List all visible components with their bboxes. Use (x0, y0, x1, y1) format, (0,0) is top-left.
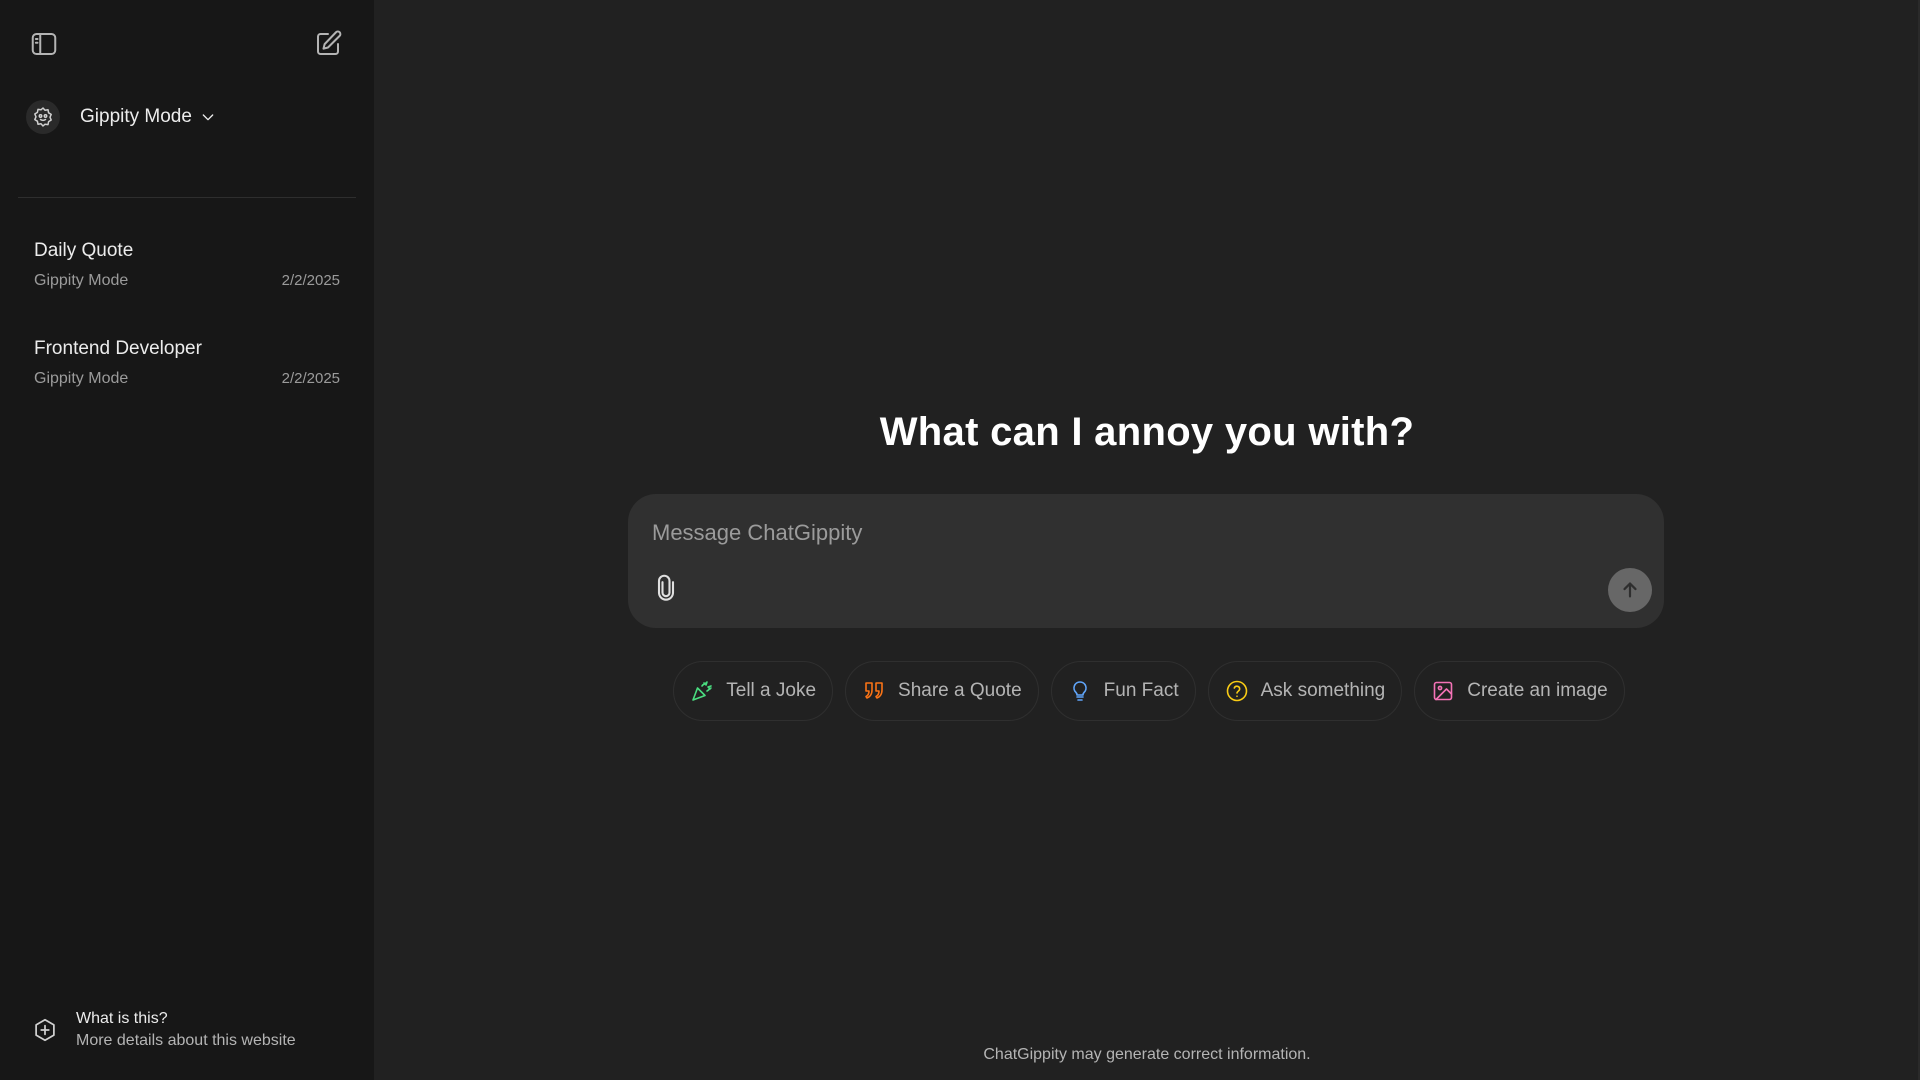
message-composer (628, 494, 1664, 628)
page-headline: What can I annoy you with? (879, 410, 1415, 454)
chat-meta: Gippity Mode 2/2/2025 (34, 272, 340, 290)
robot-icon (26, 100, 60, 134)
chevron-down-icon (202, 114, 214, 121)
chip-label: Create an image (1467, 680, 1608, 701)
suggestion-chips: Tell a Joke Share a Quote Fun Fact Ask s… (374, 661, 1920, 721)
suggestion-tell-joke[interactable]: Tell a Joke (673, 661, 834, 721)
mode-label: Gippity Mode (80, 106, 192, 127)
disclaimer-text: ChatGippity may generate correct informa… (983, 1046, 1311, 1063)
chat-date: 2/2/2025 (281, 370, 340, 387)
about-title: What is this? (76, 1010, 168, 1027)
chat-history-list: Daily Quote Gippity Mode 2/2/2025 Fronte… (18, 228, 356, 424)
attach-button[interactable] (646, 568, 686, 608)
suggestion-ask-something[interactable]: Ask something (1207, 661, 1403, 721)
mode-selector[interactable]: Gippity Mode (26, 97, 216, 137)
chip-label: Ask something (1260, 680, 1386, 701)
chip-label: Fun Fact (1103, 680, 1179, 701)
chat-meta: Gippity Mode 2/2/2025 (34, 370, 340, 388)
quote-icon (865, 682, 883, 699)
send-button[interactable] (1608, 568, 1652, 612)
suggestion-create-image[interactable]: Create an image (1414, 661, 1625, 721)
lightbulb-icon (1072, 681, 1087, 701)
toggle-sidebar-button[interactable] (24, 24, 64, 64)
chat-mode: Gippity Mode (34, 272, 129, 289)
sidebar-divider (18, 197, 356, 198)
sidebar-toggle-icon (31, 33, 57, 55)
paperclip-icon (657, 574, 675, 601)
edit-icon (317, 30, 342, 55)
info-hexagon-icon (30, 1015, 60, 1045)
chat-title: Frontend Developer (34, 338, 202, 359)
chat-title: Daily Quote (34, 240, 134, 261)
main-panel: What can I annoy you with? Message ChatG… (374, 0, 1920, 1080)
new-chat-button[interactable] (308, 24, 348, 64)
party-popper-icon (692, 681, 713, 701)
question-circle-icon (1226, 680, 1247, 702)
sidebar-header (0, 0, 374, 88)
chat-history-item[interactable]: Daily Quote Gippity Mode 2/2/2025 (18, 228, 356, 326)
sidebar: Gippity Mode Daily Quote Gippity Mode 2/… (0, 0, 374, 1080)
mode-label-wrap: Gippity Mode (80, 106, 216, 128)
message-input[interactable] (652, 518, 1612, 548)
app-root: Gippity Mode Daily Quote Gippity Mode 2/… (0, 0, 1920, 1080)
about-text: What is this? More details about this we… (76, 1010, 296, 1050)
image-icon (1433, 681, 1453, 701)
suggestion-share-quote[interactable]: Share a Quote (845, 661, 1039, 721)
suggestion-fun-fact[interactable]: Fun Fact (1050, 661, 1196, 721)
about-link[interactable]: What is this? More details about this we… (30, 1010, 296, 1050)
about-subtitle: More details about this website (76, 1032, 296, 1049)
chip-label: Share a Quote (898, 680, 1022, 701)
arrow-up-icon (1623, 582, 1637, 598)
chat-mode: Gippity Mode (34, 370, 129, 387)
chat-history-item[interactable]: Frontend Developer Gippity Mode 2/2/2025 (18, 326, 356, 424)
chat-date: 2/2/2025 (281, 272, 340, 289)
chip-label: Tell a Joke (726, 680, 817, 701)
